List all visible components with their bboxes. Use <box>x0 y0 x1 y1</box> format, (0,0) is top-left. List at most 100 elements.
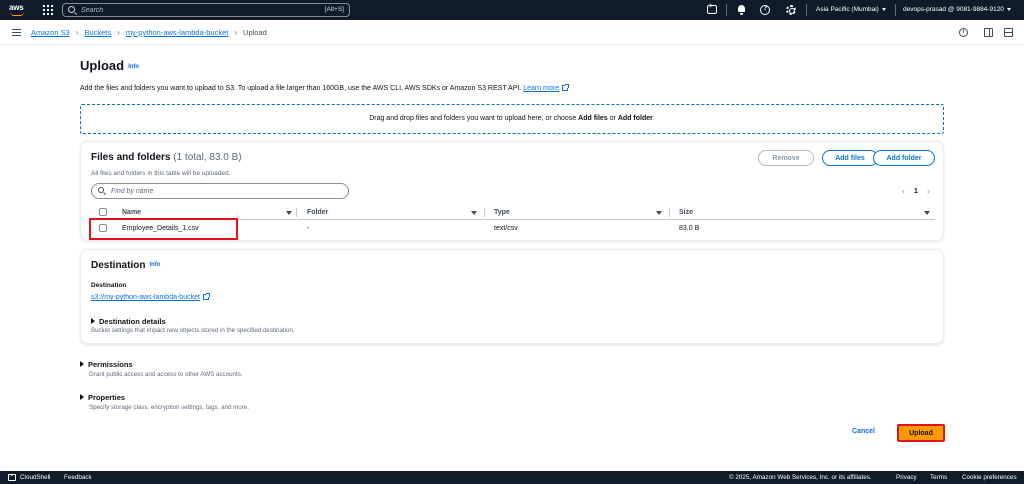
column-divider <box>296 208 297 217</box>
page-info-link[interactable]: Info <box>128 64 139 70</box>
sort-caret-icon[interactable] <box>286 211 292 215</box>
column-header-size[interactable]: Size <box>679 209 693 216</box>
top-navigation: aws [Alt+S] Asia Pacific (Mumbai) devops… <box>0 0 1024 20</box>
help-icon[interactable] <box>760 5 770 15</box>
add-files-button[interactable]: Add files <box>822 150 878 166</box>
page-title-text: Upload <box>80 58 125 73</box>
permissions-sub: Grant public access and access to other … <box>89 371 243 378</box>
breadcrumb-amazon-s3[interactable]: Amazon S3 <box>31 28 70 37</box>
column-header-name[interactable]: Name <box>122 209 141 216</box>
permissions-toggle[interactable]: Permissions <box>80 360 133 369</box>
side-panel-icon[interactable] <box>984 28 993 37</box>
properties-sub: Specify storage class, encryption settin… <box>89 404 249 411</box>
find-by-name[interactable] <box>91 183 349 199</box>
global-search[interactable]: [Alt+S] <box>62 3 350 17</box>
footer-feedback[interactable]: Feedback <box>64 474 92 481</box>
destination-details-title: Destination details <box>99 317 166 326</box>
sort-caret-icon[interactable] <box>924 211 930 215</box>
external-link-icon <box>202 293 210 300</box>
external-link-icon <box>562 84 569 91</box>
column-header-type[interactable]: Type <box>494 209 510 216</box>
destination-details-toggle[interactable]: Destination details <box>91 317 166 326</box>
destination-info-link[interactable]: Info <box>149 262 160 268</box>
pagination: ‹ 1 › <box>893 186 939 196</box>
menu-icon[interactable] <box>12 29 21 36</box>
aws-logo-text: aws <box>9 3 24 12</box>
footer-cloudshell[interactable]: CloudShell <box>20 474 50 481</box>
services-grid-icon[interactable] <box>43 5 53 15</box>
chevron-left-icon[interactable]: ‹ <box>902 186 905 196</box>
files-title-text: Files and folders <box>91 152 171 163</box>
footer-terms[interactable]: Terms <box>930 474 947 481</box>
footer-cookies[interactable]: Cookie preferences <box>962 474 1017 481</box>
page-title: Upload Info <box>80 58 139 73</box>
dropzone-add-folder: Add folder <box>617 115 653 122</box>
nav-divider <box>895 4 896 16</box>
column-header-folder[interactable]: Folder <box>307 209 328 216</box>
upload-button[interactable]: Upload <box>897 424 945 442</box>
cell-type: text/csv <box>494 225 518 232</box>
permissions-title: Permissions <box>88 360 133 369</box>
region-selector[interactable]: Asia Pacific (Mumbai) <box>816 6 886 13</box>
sort-caret-icon[interactable] <box>471 211 477 215</box>
destination-label: Destination <box>91 282 127 289</box>
caret-right-icon <box>80 394 84 400</box>
chevron-right-icon: › <box>117 28 120 37</box>
caret-down-icon <box>1006 7 1011 11</box>
page-description: Add the files and folders you want to up… <box>80 84 569 92</box>
properties-title: Properties <box>88 393 126 402</box>
breadcrumb-bar: Amazon S3 › Buckets › my-python-aws-lamb… <box>0 20 1024 45</box>
find-by-name-input[interactable] <box>111 186 341 196</box>
sort-caret-icon[interactable] <box>656 211 662 215</box>
destination-link[interactable]: s3://my-python-aws-lambda-bucket <box>91 293 210 301</box>
nav-divider <box>806 4 807 16</box>
page-description-text: Add the files and folders you want to up… <box>80 85 522 92</box>
bell-icon[interactable] <box>736 4 748 16</box>
cell-size: 83.0 B <box>679 225 700 232</box>
account-menu[interactable]: devops-prasad @ 9081-9884-9120 <box>903 6 1011 13</box>
search-shortcut: [Alt+S] <box>324 6 344 13</box>
column-divider <box>669 208 670 217</box>
caret-down-icon <box>881 7 886 11</box>
dropzone-or: or <box>607 115 618 122</box>
breadcrumb-current: Upload <box>243 28 267 37</box>
breadcrumb-buckets[interactable]: Buckets <box>84 28 111 37</box>
properties-toggle[interactable]: Properties <box>80 393 125 402</box>
footer-copyright: © 2025, Amazon Web Services, Inc. or its… <box>729 474 872 481</box>
cloudshell-icon[interactable] <box>8 473 16 481</box>
aws-smile-icon <box>10 12 24 16</box>
dropzone-end: . <box>652 115 655 122</box>
dropzone-text: Drag and drop files and folders you want… <box>369 115 579 122</box>
destination-title: Destination Info <box>91 260 160 271</box>
upload-dropzone[interactable]: Drag and drop files and folders you want… <box>80 104 944 134</box>
column-divider <box>484 208 485 217</box>
cell-folder: - <box>307 225 310 232</box>
gear-icon[interactable] <box>786 5 796 15</box>
nav-divider <box>726 4 727 16</box>
footer-privacy[interactable]: Privacy <box>896 474 917 481</box>
remove-button[interactable]: Remove <box>758 150 814 166</box>
chevron-right-icon[interactable]: › <box>927 186 930 196</box>
highlight-annotation <box>89 218 238 240</box>
cancel-button[interactable]: Cancel <box>852 428 875 435</box>
breadcrumb-bucket[interactable]: my-python-aws-lambda-bucket <box>126 28 229 37</box>
aws-logo[interactable]: aws <box>9 3 27 17</box>
region-label: Asia Pacific (Mumbai) <box>816 6 879 13</box>
global-search-input[interactable] <box>81 5 301 15</box>
dropzone-add-files: Add files <box>578 115 608 122</box>
info-panel-icon[interactable] <box>959 28 968 37</box>
destination-title-text: Destination <box>91 260 146 271</box>
select-all-checkbox[interactable] <box>99 208 107 216</box>
destination-panel: Destination Info Destination s3://my-pyth… <box>80 249 944 344</box>
files-panel-title: Files and folders (1 total, 83.0 B) <box>91 152 242 163</box>
cloudshell-icon[interactable] <box>707 3 717 14</box>
destination-link-text: s3://my-python-aws-lambda-bucket <box>91 294 200 301</box>
chevron-right-icon: › <box>234 28 238 37</box>
page-number[interactable]: 1 <box>914 188 918 195</box>
learn-more-text: Learn more <box>523 85 559 92</box>
split-panel-icon[interactable] <box>1004 28 1013 37</box>
learn-more-link[interactable]: Learn more <box>523 84 569 92</box>
caret-right-icon <box>91 318 95 324</box>
add-folder-button[interactable]: Add folder <box>873 150 935 166</box>
search-icon <box>68 6 75 13</box>
